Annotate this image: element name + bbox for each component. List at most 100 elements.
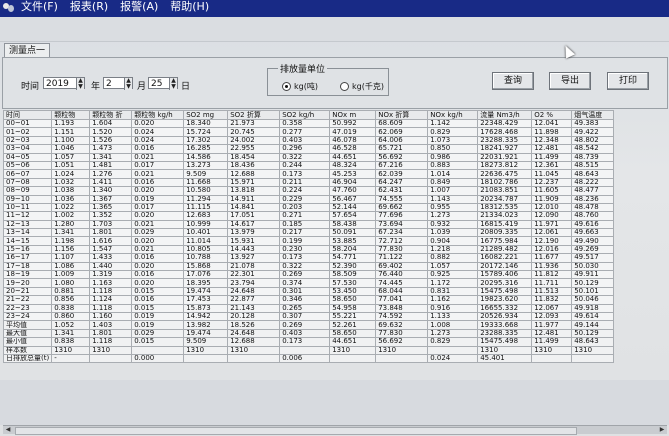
table-row[interactable]: 19~20 1.080 1.163 0.020 18.395 23.794 0.374 57.… — [3, 278, 615, 288]
unit-kg-radio[interactable]: kg(千克) — [340, 81, 384, 92]
column-header[interactable]: SO2 kg/h — [279, 110, 331, 120]
table-cell: 12.361 — [531, 160, 573, 171]
table-row[interactable]: 11~12 1.002 1.352 0.020 12.683 17.051 0.271 57.… — [3, 211, 615, 221]
column-header[interactable]: NOx m — [329, 110, 377, 120]
table-cell: 1.616 — [89, 236, 133, 246]
scrollbar-thumb[interactable] — [15, 427, 577, 435]
table-cell: 1.024 — [51, 169, 91, 179]
table-cell: 0.269 — [279, 320, 331, 330]
column-header[interactable]: 颗粒物 — [51, 110, 91, 120]
print-button[interactable]: 打印 — [607, 72, 649, 90]
table-row[interactable]: 00~01 1.193 1.604 0.020 18.340 21.973 0.358 50.… — [3, 118, 615, 129]
query-button[interactable]: 查询 — [492, 72, 534, 90]
table-cell: 1310 — [51, 345, 91, 355]
column-header[interactable]: SO2 折算 — [227, 110, 281, 120]
month-spinner-icon[interactable]: ▲ ▼ — [124, 78, 132, 90]
menu-file[interactable]: 文件(F) — [21, 0, 58, 14]
table-cell: 72.712 — [375, 236, 429, 246]
table-cell: 12~13 — [3, 219, 53, 230]
table-row[interactable]: 最小值 0.838 1.118 0.015 9.509 12.688 0.173 44.651… — [3, 337, 615, 347]
column-header[interactable]: 时间 — [3, 110, 53, 120]
table-row[interactable]: 16~17 1.107 1.433 0.016 10.788 13.927 0.173 54.… — [3, 253, 615, 263]
column-header[interactable]: NOx kg/h — [427, 110, 479, 120]
table-cell: 49.144 — [571, 320, 615, 330]
table-row[interactable]: 最大值 1.341 1.801 0.029 19.474 24.648 0.403 58.65… — [3, 328, 615, 339]
table-cell: 0.904 — [427, 236, 479, 246]
column-header[interactable]: 烟气温度 — [571, 110, 615, 120]
table-cell: 11.936 — [531, 261, 573, 272]
table-cell: 48.478 — [571, 202, 615, 213]
table-cell: 11.605 — [531, 186, 573, 196]
export-button[interactable]: 导出 — [549, 72, 591, 90]
table-row[interactable]: 02~03 1.100 1.526 0.024 17.302 24.002 0.403 46.… — [3, 135, 615, 146]
table-cell: 1.032 — [51, 177, 91, 188]
table-cell: 1.440 — [89, 261, 133, 272]
table-row[interactable]: 20~21 0.881 1.118 0.015 19.474 24.648 0.301 53.… — [3, 286, 615, 297]
menu-alarm[interactable]: 报警(A) — [120, 0, 158, 14]
table-cell: 0.860 — [51, 311, 91, 322]
table-row[interactable]: 样本数 1310 1310 1310 1310 1310 1310 1310 1310 1310 — [3, 345, 615, 355]
table-cell: 48.760 — [571, 211, 615, 221]
year-field[interactable]: 2019 ▲ ▼ — [43, 77, 85, 90]
year-spinner-icon[interactable]: ▲ ▼ — [76, 78, 84, 90]
table-row[interactable]: 21~22 0.856 1.124 0.016 17.453 22.877 0.346 58.… — [3, 295, 615, 305]
table-cell: 0.296 — [279, 144, 331, 154]
table-row[interactable]: 08~09 1.038 1.340 0.020 10.580 13.818 0.224 47.… — [3, 186, 615, 196]
table-cell: 68.609 — [375, 118, 429, 129]
table-cell: 0.403 — [279, 135, 331, 146]
horizontal-scrollbar[interactable]: ◀ ▶ — [3, 425, 667, 435]
table-row[interactable]: 03~04 1.046 1.473 0.016 16.285 22.955 0.296 46.… — [3, 144, 615, 154]
table-row[interactable]: 05~06 1.051 1.481 0.017 13.273 18.436 0.244 48.… — [3, 160, 615, 171]
table-row[interactable]: 14~15 1.198 1.616 0.020 11.014 15.931 0.199 53.… — [3, 236, 615, 246]
table-row[interactable]: 15~16 1.156 1.547 0.021 10.805 14.443 0.230 58.… — [3, 244, 615, 255]
table-row[interactable]: 07~08 1.032 1.411 0.016 11.668 15.971 0.211 46.… — [3, 177, 615, 188]
table-cell: 11.115 — [183, 202, 229, 213]
table-row[interactable]: 01~02 1.151 1.520 0.024 15.724 20.745 0.277 47.… — [3, 127, 615, 137]
table-cell — [89, 353, 133, 364]
table-row[interactable]: 12~13 1.280 1.703 0.021 10.999 14.617 0.185 58.… — [3, 219, 615, 230]
column-header[interactable]: 颗粒物 折 — [89, 110, 133, 120]
table-cell: 17.302 — [183, 135, 229, 146]
column-header[interactable]: NOx 折算 — [375, 110, 429, 120]
unit-ton-radio[interactable]: kg(吨) — [282, 81, 318, 92]
column-header[interactable]: SO2 mg — [183, 110, 229, 120]
menu-help[interactable]: 帮助(H) — [170, 0, 209, 14]
table-cell: 09~10 — [3, 194, 53, 204]
table-cell: 18241.927 — [477, 144, 533, 154]
month-field[interactable]: 2 ▲ ▼ — [103, 77, 133, 90]
table-row[interactable]: 06~07 1.024 1.276 0.021 9.509 12.688 0.173 45.2… — [3, 169, 615, 179]
column-header[interactable]: O2 % — [531, 110, 573, 120]
table-cell: 16655.332 — [477, 303, 533, 314]
table-row[interactable]: 平均值 1.052 1.403 0.019 13.982 18.526 0.269 52.26… — [3, 320, 615, 330]
day-field[interactable]: 25 ▲ ▼ — [148, 77, 178, 90]
tab-measure-point-1[interactable]: 测量点一 — [4, 43, 51, 58]
data-grid[interactable]: 时间 颗粒物 颗粒物 折颗粒物 kg/h SO2 mg SO2 折算 SO2 kg/h NO… — [3, 110, 666, 380]
table-cell: 1.133 — [427, 311, 479, 322]
table-row[interactable]: 09~10 1.036 1.367 0.019 11.294 14.911 0.229 56.… — [3, 194, 615, 204]
table-cell: 22~23 — [3, 303, 53, 314]
table-cell: 19.474 — [183, 328, 229, 339]
table-cell: 16~17 — [3, 253, 53, 263]
table-cell: 1.080 — [51, 278, 91, 288]
scroll-left-icon[interactable]: ◀ — [3, 426, 13, 434]
table-cell: 57.530 — [329, 278, 377, 288]
day-spinner-icon[interactable]: ▲ ▼ — [169, 78, 177, 90]
table-row[interactable]: 17~18 1.086 1.440 0.020 15.868 21.078 0.322 52.… — [3, 261, 615, 272]
table-cell: 1.481 — [89, 160, 133, 171]
column-header[interactable]: 颗粒物 kg/h — [131, 110, 185, 120]
column-header[interactable]: 流量 Nm3/h — [477, 110, 533, 120]
menu-report[interactable]: 报表(R) — [70, 0, 108, 14]
table-row[interactable]: 22~23 0.838 1.118 0.015 15.873 21.143 0.265 54.… — [3, 303, 615, 314]
scroll-right-icon[interactable]: ▶ — [657, 426, 667, 434]
table-cell: 20172.146 — [477, 261, 533, 272]
table-row[interactable]: 04~05 1.057 1.341 0.021 14.586 18.454 0.322 44.… — [3, 152, 615, 162]
table-cell: 1.009 — [51, 270, 91, 280]
app-users-icon — [0, 0, 17, 15]
table-row[interactable]: 日排放总量(t) - 0.000 0.006 0.024 45.401 — [3, 353, 615, 364]
table-cell: 0.016 — [131, 295, 185, 305]
table-row[interactable]: 23~24 0.860 1.160 0.019 14.942 20.128 0.307 55.… — [3, 311, 615, 322]
table-row[interactable]: 18~19 1.009 1.319 0.016 17.076 22.301 0.269 58.… — [3, 270, 615, 280]
table-row[interactable]: 13~14 1.341 1.801 0.029 10.401 13.979 0.217 50.… — [3, 228, 615, 238]
table-row[interactable]: 10~11 1.022 1.365 0.017 11.115 14.841 0.203 52.… — [3, 202, 615, 213]
table-cell: 77.830 — [375, 328, 429, 339]
